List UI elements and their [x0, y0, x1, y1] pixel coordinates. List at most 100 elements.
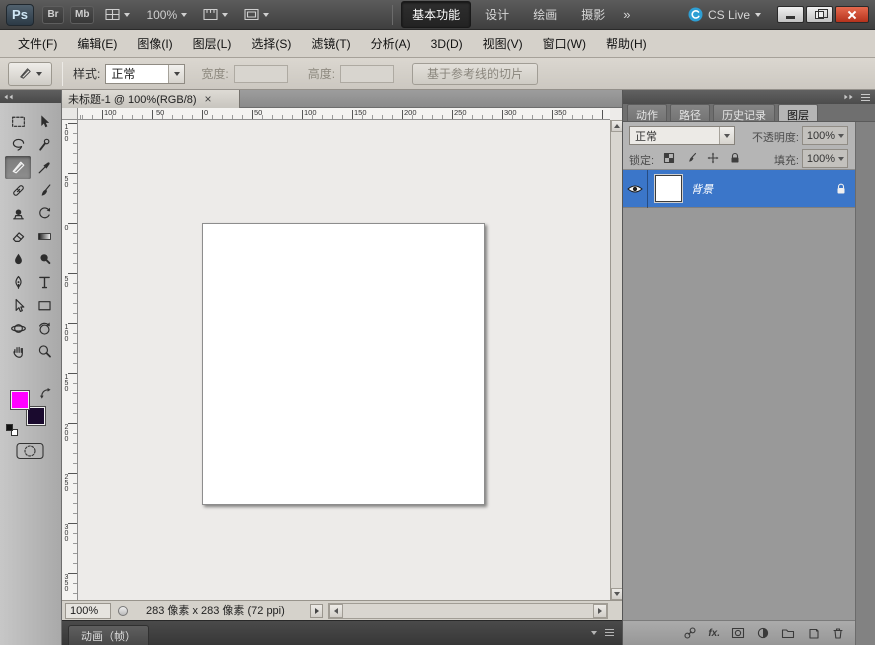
- tool-spot-healing-brush[interactable]: [5, 179, 31, 202]
- tool-clone-stamp[interactable]: [5, 202, 31, 225]
- workspace-button[interactable]: 基本功能: [401, 1, 471, 28]
- tool-gradient[interactable]: [31, 225, 57, 248]
- scroll-left-button[interactable]: [329, 604, 343, 618]
- tool-path-selection[interactable]: [5, 294, 31, 317]
- tool-3d-camera-rotate[interactable]: [31, 317, 57, 340]
- style-select[interactable]: 正常: [105, 64, 185, 84]
- quick-mask-button[interactable]: [16, 442, 44, 463]
- layer-name[interactable]: 背景: [691, 181, 713, 197]
- menu-item[interactable]: 编辑(E): [67, 30, 127, 57]
- close-tab-icon[interactable]: ×: [205, 93, 212, 105]
- tool-rectangular-marquee[interactable]: [5, 110, 31, 133]
- status-document-info: 283 像素 x 283 像素 (72 ppi): [146, 601, 285, 621]
- delete-layer-icon[interactable]: [831, 626, 845, 640]
- menu-item[interactable]: 分析(A): [361, 30, 421, 57]
- tool-history-brush[interactable]: [31, 202, 57, 225]
- link-layers-icon[interactable]: [683, 626, 697, 640]
- launch-bridge-button[interactable]: Br: [42, 6, 64, 24]
- horizontal-scrollbar[interactable]: [328, 603, 608, 619]
- vertical-scrollbar[interactable]: [610, 120, 622, 600]
- tools-panel-header[interactable]: [0, 90, 61, 103]
- vertical-ruler[interactable]: 10050050100150200250300350: [62, 120, 78, 600]
- scroll-right-button[interactable]: [593, 604, 607, 618]
- tool-type[interactable]: [31, 271, 57, 294]
- panel-menu-icon[interactable]: [861, 94, 870, 95]
- layer-style-icon[interactable]: fx.: [708, 628, 720, 639]
- panel-tab[interactable]: 动作: [627, 104, 667, 121]
- menu-item[interactable]: 图层(L): [183, 30, 242, 57]
- menu-item[interactable]: 选择(S): [241, 30, 301, 57]
- lock-transparency-button[interactable]: [661, 149, 677, 167]
- panel-dock: 动作路径历史记录图层 正常 不透明度: 100% 锁定:: [622, 90, 875, 645]
- tool-move[interactable]: [31, 110, 57, 133]
- height-input[interactable]: [340, 65, 394, 83]
- pasteboard[interactable]: [78, 120, 610, 600]
- tool-3d-object-rotate[interactable]: [5, 317, 31, 340]
- status-zoom-field[interactable]: 100%: [65, 603, 111, 619]
- panel-tab[interactable]: 历史记录: [713, 104, 775, 121]
- tool-lasso[interactable]: [5, 133, 31, 156]
- foreground-color-swatch[interactable]: [10, 390, 30, 410]
- menu-item[interactable]: 滤镜(T): [301, 30, 360, 57]
- panel-menu-icon[interactable]: [605, 629, 614, 630]
- screen-mode-dropdown[interactable]: [239, 6, 274, 23]
- workspace-button[interactable]: 设计: [475, 2, 519, 27]
- tool-preset-picker[interactable]: [8, 62, 52, 86]
- zoom-level-dropdown[interactable]: 100%: [141, 6, 192, 24]
- panel-tab[interactable]: 路径: [670, 104, 710, 121]
- width-input[interactable]: [234, 65, 288, 83]
- layout-picker-dropdown[interactable]: [100, 6, 135, 23]
- canvas[interactable]: [202, 223, 485, 505]
- cs-live-dropdown[interactable]: CS Live: [688, 7, 761, 22]
- panel-tab[interactable]: 图层: [778, 104, 818, 121]
- tool-hand[interactable]: [5, 340, 31, 363]
- chevron-down-icon[interactable]: [591, 631, 597, 635]
- tool-brush[interactable]: [31, 179, 57, 202]
- layer-thumbnail[interactable]: [655, 175, 682, 202]
- lock-position-button[interactable]: [705, 149, 721, 167]
- menu-item[interactable]: 图像(I): [127, 30, 182, 57]
- tool-eraser[interactable]: [5, 225, 31, 248]
- new-group-icon[interactable]: [781, 626, 795, 640]
- menu-item[interactable]: 窗口(W): [533, 30, 596, 57]
- tool-rectangle-shape[interactable]: [31, 294, 57, 317]
- adjustment-layer-icon[interactable]: [756, 626, 770, 640]
- menu-item[interactable]: 帮助(H): [596, 30, 657, 57]
- restore-button[interactable]: [806, 6, 833, 23]
- lock-all-button[interactable]: [727, 149, 743, 167]
- ruler-origin-corner[interactable]: [62, 108, 78, 120]
- status-menu-button[interactable]: [310, 604, 323, 618]
- tool-quick-selection[interactable]: [31, 133, 57, 156]
- workspace-overflow-button[interactable]: »: [623, 7, 630, 22]
- document-tab[interactable]: 未标题-1 @ 100%(RGB/8) ×: [62, 90, 240, 108]
- menu-item[interactable]: 3D(D): [421, 32, 473, 56]
- tool-pen[interactable]: [5, 271, 31, 294]
- slices-from-guides-button[interactable]: 基于参考线的切片: [412, 63, 538, 85]
- tool-slice[interactable]: [5, 156, 31, 179]
- menu-item[interactable]: 视图(V): [473, 30, 533, 57]
- tool-dodge[interactable]: [31, 248, 57, 271]
- add-layer-mask-icon[interactable]: [731, 626, 745, 640]
- fill-field[interactable]: 100%: [802, 149, 848, 168]
- tool-zoom[interactable]: [31, 340, 57, 363]
- horizontal-ruler[interactable]: 10050050100150200250300350: [78, 108, 610, 120]
- menu-item[interactable]: 文件(F): [8, 30, 67, 57]
- swap-colors-icon[interactable]: [40, 388, 52, 403]
- tool-eyedropper[interactable]: [31, 156, 57, 179]
- launch-mini-bridge-button[interactable]: Mb: [70, 6, 94, 24]
- workspace-button[interactable]: 摄影: [571, 2, 615, 27]
- lock-pixels-button[interactable]: [683, 149, 699, 167]
- new-layer-icon[interactable]: [806, 626, 820, 640]
- minimize-button[interactable]: [777, 6, 804, 23]
- animation-panel-tab[interactable]: 动画（帧）: [68, 625, 149, 645]
- view-extras-dropdown[interactable]: [198, 6, 233, 23]
- opacity-field[interactable]: 100%: [802, 126, 848, 145]
- close-button[interactable]: [835, 6, 869, 23]
- collapse-to-icons-icon[interactable]: [844, 94, 853, 100]
- default-colors-icon[interactable]: [6, 424, 18, 436]
- layer-visibility-toggle[interactable]: [623, 170, 648, 208]
- workspace-button[interactable]: 绘画: [523, 2, 567, 27]
- blend-mode-select[interactable]: 正常: [629, 126, 735, 145]
- tool-blur[interactable]: [5, 248, 31, 271]
- layer-row[interactable]: 背景: [623, 170, 855, 208]
